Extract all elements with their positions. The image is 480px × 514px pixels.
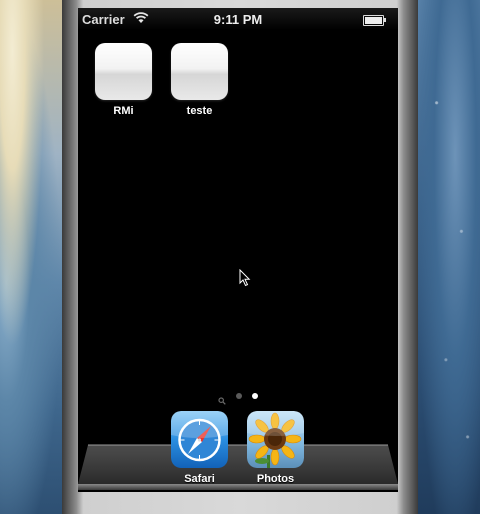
page-indicator[interactable] [78, 392, 398, 405]
dock [78, 444, 398, 492]
app-label: RMi [113, 105, 134, 117]
safari-compass-icon[interactable] [171, 411, 228, 468]
app-label: teste [186, 105, 213, 117]
page-dot-current[interactable] [252, 393, 258, 399]
device-screen: Carrier 9:11 PM RMi teste Safari Photos [78, 8, 398, 492]
app-label: Safari [184, 473, 215, 485]
mouse-cursor-icon [239, 269, 251, 287]
dock-app-safari[interactable]: Safari [171, 411, 228, 485]
spotlight-search-icon[interactable] [218, 392, 226, 405]
desktop-wallpaper-left [0, 0, 62, 514]
blank-app-icon[interactable] [171, 43, 228, 100]
app-label: Photos [256, 473, 295, 485]
clock: 9:11 PM [213, 12, 263, 27]
dock-shelf [78, 444, 398, 490]
photos-sunflower-icon[interactable] [247, 411, 304, 468]
dock-app-photos[interactable]: Photos [247, 411, 304, 485]
battery-icon [363, 15, 386, 26]
status-bar: Carrier 9:11 PM [78, 8, 398, 30]
blank-app-icon[interactable] [95, 43, 152, 100]
app-teste[interactable]: teste [171, 43, 228, 117]
desktop-wallpaper-right [418, 0, 480, 514]
app-rmi[interactable]: RMi [95, 43, 152, 117]
page-dot[interactable] [236, 393, 242, 399]
